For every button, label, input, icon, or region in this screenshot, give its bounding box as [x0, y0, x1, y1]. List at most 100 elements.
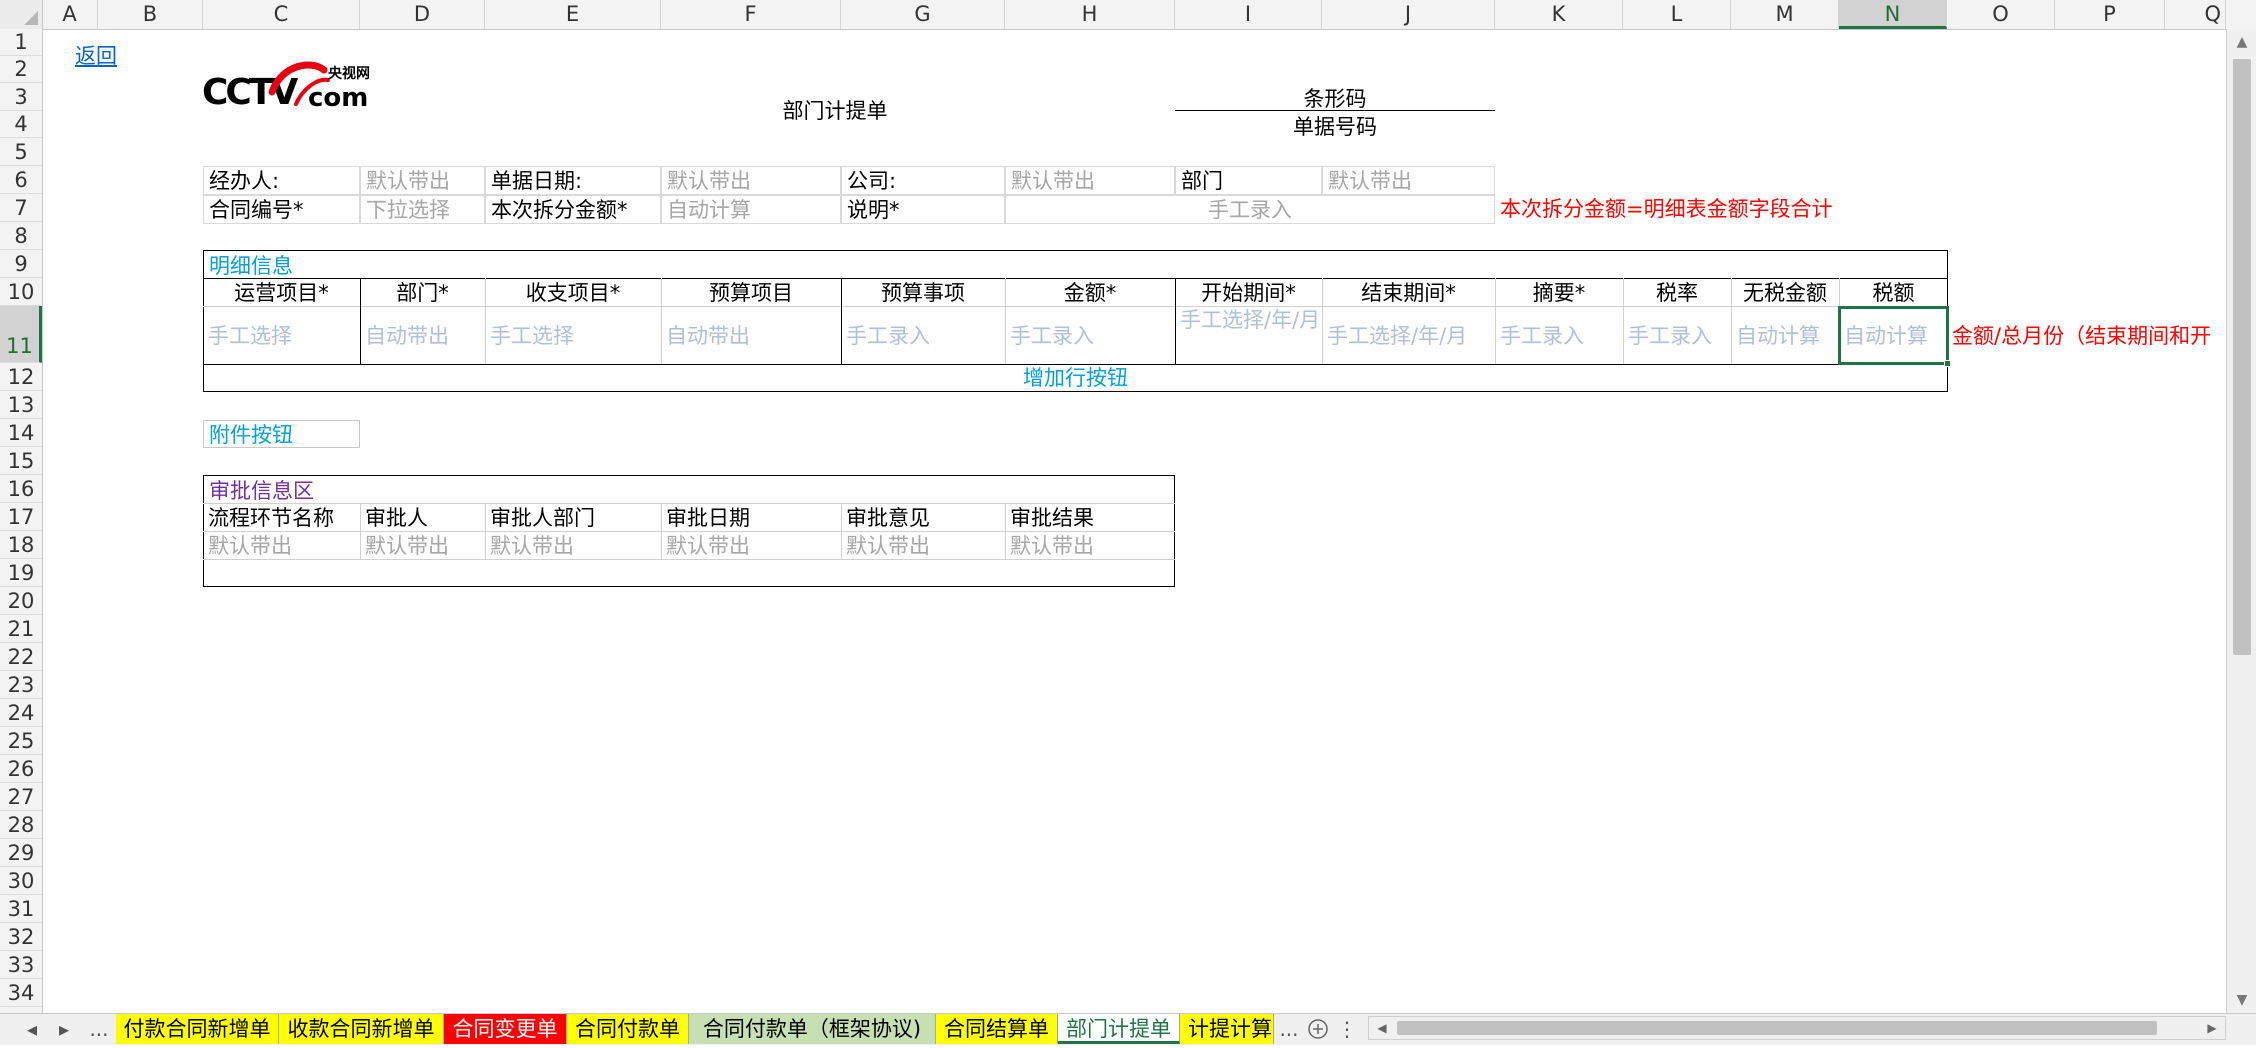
row-header[interactable]: 20: [0, 587, 42, 615]
tab-scroll-left-icon[interactable]: ◂: [20, 1014, 44, 1044]
row-header[interactable]: 11: [0, 306, 42, 363]
add-sheet-icon[interactable]: [1304, 1014, 1332, 1044]
column-header-h[interactable]: H: [1005, 0, 1175, 29]
scroll-right-icon[interactable]: ▶: [2203, 1019, 2221, 1037]
column-header-p[interactable]: P: [2055, 0, 2165, 29]
row-header[interactable]: 8: [0, 222, 42, 250]
row-header[interactable]: 1: [0, 29, 42, 56]
options-dots-icon[interactable]: ⋮: [1336, 1014, 1358, 1044]
row-header[interactable]: 2: [0, 56, 42, 83]
detail-cell-start-period[interactable]: 手工选择/年/月: [1175, 308, 1322, 364]
detail-cell-budget-project[interactable]: 自动带出: [661, 322, 841, 350]
row-header[interactable]: 29: [0, 839, 42, 867]
vertical-scroll-thumb[interactable]: [2233, 59, 2251, 655]
detail-cell-tax-rate[interactable]: 手工录入: [1623, 322, 1731, 350]
sheet-tab-payment-contract-new[interactable]: 付款合同新增单: [116, 1014, 279, 1044]
select-all-corner[interactable]: [0, 0, 43, 29]
column-header-c[interactable]: C: [203, 0, 360, 29]
row-header[interactable]: 23: [0, 671, 42, 699]
row-header[interactable]: 32: [0, 923, 42, 951]
row-header[interactable]: 4: [0, 111, 42, 138]
row-header[interactable]: 14: [0, 419, 42, 447]
column-header-n[interactable]: N: [1839, 0, 1947, 29]
row-header[interactable]: 34: [0, 979, 42, 1007]
row-header[interactable]: 26: [0, 755, 42, 783]
row-header[interactable]: 12: [0, 363, 42, 391]
sheet-tab-dept-accrual[interactable]: 部门计提单: [1058, 1014, 1180, 1044]
desc-input[interactable]: 手工录入: [1005, 195, 1495, 224]
detail-header: 金额*: [1063, 281, 1117, 305]
column-header-j[interactable]: J: [1322, 0, 1495, 29]
row-header[interactable]: 25: [0, 727, 42, 755]
row-header[interactable]: 16: [0, 475, 42, 503]
row-header[interactable]: 3: [0, 83, 42, 111]
row-header[interactable]: 7: [0, 194, 42, 222]
doc-date-value[interactable]: 默认带出: [661, 166, 841, 195]
column-header-m[interactable]: M: [1731, 0, 1839, 29]
row-header[interactable]: 30: [0, 867, 42, 895]
back-link[interactable]: 返回: [70, 42, 150, 70]
vertical-scrollbar[interactable]: ▲ ▼: [2226, 29, 2256, 1013]
row-header[interactable]: 18: [0, 531, 42, 559]
row-header[interactable]: 13: [0, 391, 42, 419]
sheet-tab-contract-change[interactable]: 合同变更单: [444, 1014, 567, 1044]
column-header-i[interactable]: I: [1175, 0, 1322, 29]
row-header[interactable]: 19: [0, 559, 42, 587]
row-header[interactable]: 6: [0, 166, 42, 194]
column-header-bar: A B C D E F G H I J K L M N O P Q: [0, 0, 2256, 30]
row-header[interactable]: 15: [0, 447, 42, 475]
column-header-g[interactable]: G: [841, 0, 1005, 29]
detail-cell-amount[interactable]: 手工录入: [1005, 322, 1175, 350]
row-header[interactable]: 17: [0, 503, 42, 531]
sheet-tab-accrual-calc[interactable]: 计提计算: [1180, 1014, 1274, 1044]
company-value[interactable]: 默认带出: [1005, 166, 1175, 195]
detail-cell-summary[interactable]: 手工录入: [1495, 322, 1623, 350]
row-header[interactable]: 33: [0, 951, 42, 979]
row-header[interactable]: 22: [0, 643, 42, 671]
sheet-tab-contract-payment[interactable]: 合同付款单: [567, 1014, 689, 1044]
contract-no-dropdown[interactable]: 下拉选择: [360, 195, 485, 224]
column-header-f[interactable]: F: [661, 0, 841, 29]
row-header[interactable]: 21: [0, 615, 42, 643]
tab-overflow-left[interactable]: ...: [84, 1014, 114, 1044]
tab-overflow-right[interactable]: ...: [1274, 1014, 1304, 1044]
column-header-e[interactable]: E: [485, 0, 661, 29]
column-header-b[interactable]: B: [98, 0, 203, 29]
row-header[interactable]: 28: [0, 811, 42, 839]
sheet-tab-contract-settlement[interactable]: 合同结算单: [936, 1014, 1058, 1044]
detail-cell-end-period[interactable]: 手工选择/年/月: [1322, 322, 1495, 350]
sheet-tab-contract-payment-framework[interactable]: 合同付款单（框架协议): [689, 1014, 936, 1044]
detail-cell-dept[interactable]: 自动带出: [360, 322, 485, 350]
column-header-o[interactable]: O: [1947, 0, 2055, 29]
detail-cell-operating-project[interactable]: 手工选择: [203, 322, 360, 350]
row-header[interactable]: 27: [0, 783, 42, 811]
tab-scroll-right-icon[interactable]: ▸: [52, 1014, 76, 1044]
column-header-a[interactable]: A: [42, 0, 98, 29]
handler-value[interactable]: 默认带出: [360, 166, 485, 195]
row-header[interactable]: 24: [0, 699, 42, 727]
row-header[interactable]: 10: [0, 278, 42, 306]
detail-cell-net-amount[interactable]: 自动计算: [1731, 322, 1839, 350]
scroll-up-icon[interactable]: ▲: [2227, 29, 2256, 55]
row-header[interactable]: 5: [0, 138, 42, 166]
scroll-left-icon[interactable]: ◀: [1373, 1019, 1391, 1037]
column-header-k[interactable]: K: [1495, 0, 1623, 29]
column-header-d[interactable]: D: [360, 0, 485, 29]
sheet-tab-receipt-contract-new[interactable]: 收款合同新增单: [279, 1014, 444, 1044]
scroll-down-icon[interactable]: ▼: [2227, 987, 2256, 1013]
horizontal-scroll-thumb[interactable]: [1397, 1021, 2157, 1035]
add-row-button[interactable]: 增加行按钮: [203, 364, 1948, 392]
column-header-l[interactable]: L: [1623, 0, 1731, 29]
active-cell-selection[interactable]: [1838, 306, 1949, 365]
horizontal-scrollbar[interactable]: ◀ ▶: [1368, 1016, 2226, 1040]
approval-cell: 默认带出: [490, 534, 574, 558]
detail-cell-revenue-item[interactable]: 手工选择: [485, 322, 661, 350]
dept-value[interactable]: 默认带出: [1322, 166, 1495, 195]
company-label: 公司:: [841, 166, 1005, 195]
attachment-button[interactable]: 附件按钮: [203, 420, 360, 448]
detail-cell-budget-matter[interactable]: 手工录入: [841, 322, 1005, 350]
column-header-q[interactable]: Q: [2165, 0, 2226, 29]
handler-label: 经办人:: [203, 166, 360, 195]
row-header[interactable]: 9: [0, 250, 42, 278]
row-header[interactable]: 31: [0, 895, 42, 923]
